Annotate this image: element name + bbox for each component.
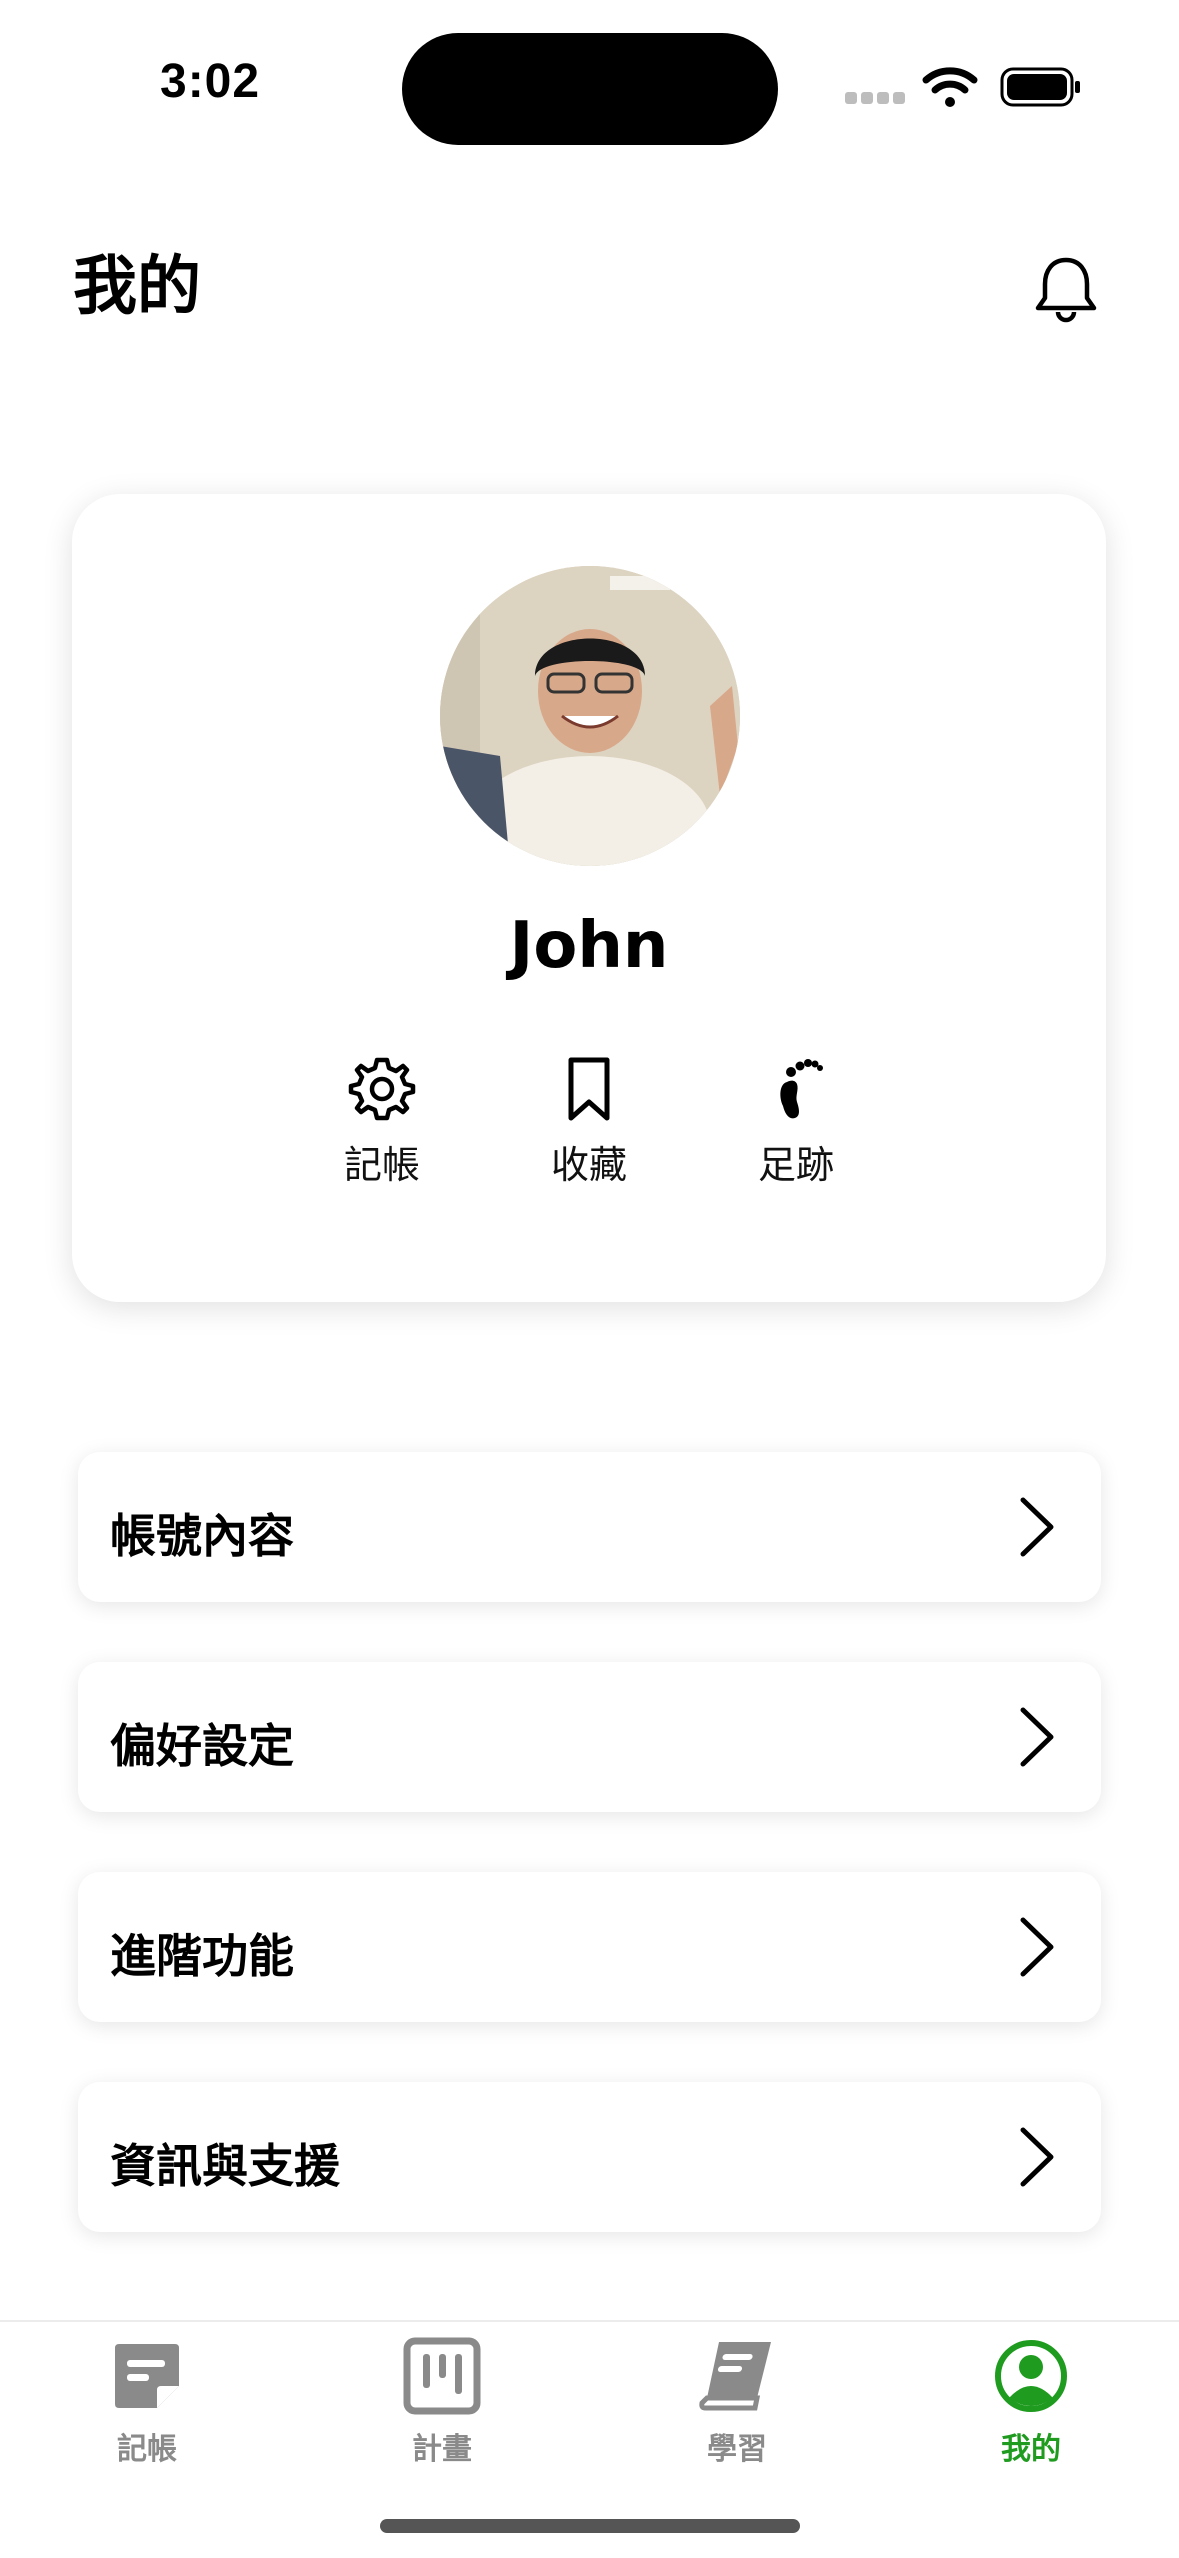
profile-card: John 記帳 收藏 足跡 bbox=[72, 494, 1106, 1302]
menu-item-label: 資訊與支援 bbox=[110, 2139, 340, 2193]
menu-item-info-support[interactable]: 資訊與支援 bbox=[78, 2082, 1101, 2232]
bell-icon[interactable] bbox=[1032, 252, 1100, 328]
battery-icon bbox=[1000, 67, 1080, 107]
tab-learn[interactable]: 學習 bbox=[647, 2336, 827, 2468]
wifi-icon bbox=[922, 67, 978, 107]
chevron-right-icon bbox=[1020, 1917, 1054, 1977]
quick-action-footprint[interactable]: 足跡 bbox=[736, 1054, 856, 1189]
quick-action-label: 足跡 bbox=[757, 1143, 834, 1187]
quick-action-bookkeeping[interactable]: 記帳 bbox=[322, 1054, 442, 1189]
status-bar: 3:02 bbox=[0, 0, 1179, 170]
quick-action-label: 收藏 bbox=[550, 1143, 627, 1187]
cellular-signal-icon bbox=[845, 92, 905, 106]
gear-icon bbox=[348, 1057, 416, 1121]
note-icon bbox=[115, 2344, 179, 2408]
menu-item-advanced[interactable]: 進階功能 bbox=[78, 1872, 1101, 2022]
menu-item-account[interactable]: 帳號內容 bbox=[78, 1452, 1101, 1602]
footprint-icon bbox=[780, 1059, 823, 1119]
chevron-right-icon bbox=[1020, 2127, 1054, 2187]
tab-label: 我的 bbox=[1001, 2432, 1061, 2467]
menu-item-label: 帳號內容 bbox=[110, 1509, 294, 1563]
page-title: 我的 bbox=[73, 250, 201, 324]
menu-item-label: 偏好設定 bbox=[110, 1719, 294, 1773]
dynamic-island bbox=[402, 33, 778, 145]
menu-item-preferences[interactable]: 偏好設定 bbox=[78, 1662, 1101, 1812]
tab-label: 記帳 bbox=[117, 2432, 177, 2467]
tab-plan[interactable]: 計畫 bbox=[352, 2336, 532, 2468]
bookmark-icon bbox=[568, 1057, 610, 1121]
chevron-right-icon bbox=[1020, 1497, 1054, 1557]
tab-label: 學習 bbox=[707, 2432, 767, 2467]
status-time: 3:02 bbox=[160, 55, 261, 108]
plan-board-icon bbox=[403, 2337, 481, 2415]
menu-item-label: 進階功能 bbox=[110, 1929, 294, 1983]
user-name: John bbox=[509, 909, 669, 983]
tab-bookkeeping[interactable]: 記帳 bbox=[57, 2336, 237, 2468]
avatar[interactable] bbox=[440, 566, 740, 866]
home-indicator bbox=[380, 2519, 800, 2533]
book-icon bbox=[699, 2342, 771, 2411]
tab-label: 計畫 bbox=[412, 2432, 472, 2467]
avatar-photo bbox=[440, 566, 740, 866]
chevron-right-icon bbox=[1020, 1707, 1054, 1767]
quick-action-favorites[interactable]: 收藏 bbox=[529, 1054, 649, 1189]
profile-icon bbox=[995, 2340, 1067, 2412]
quick-action-label: 記帳 bbox=[343, 1143, 420, 1187]
tab-me[interactable]: 我的 bbox=[941, 2336, 1121, 2468]
